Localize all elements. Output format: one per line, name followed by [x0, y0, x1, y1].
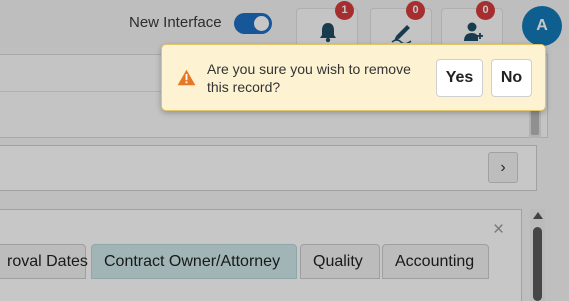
confirm-message: Are you sure you wish to remove this rec…	[207, 61, 411, 95]
delete-confirm-popup: Are you sure you wish to remove this rec…	[161, 44, 546, 111]
yes-button[interactable]: Yes	[436, 59, 483, 97]
no-button[interactable]: No	[491, 59, 532, 97]
warning-icon	[177, 69, 196, 86]
